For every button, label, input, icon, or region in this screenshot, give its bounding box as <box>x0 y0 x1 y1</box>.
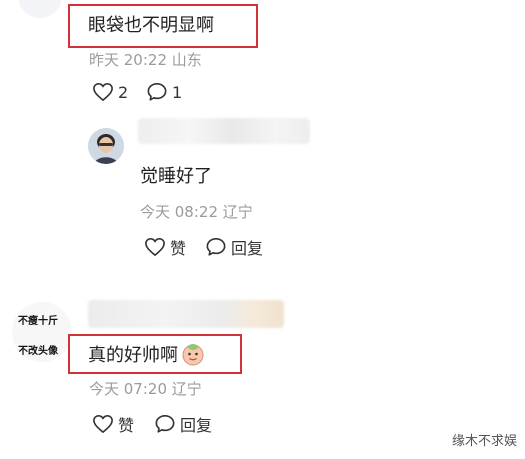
watermark: 缘木不求娱 <box>451 434 517 449</box>
reply-time: 今天 08:22 <box>140 203 218 221</box>
comment-icon <box>206 238 226 256</box>
like-count: 2 <box>118 82 129 102</box>
reply-text: 觉睡好了 <box>140 166 212 187</box>
avatar[interactable]: 不瘦十斤 不改头像 <box>12 302 72 362</box>
reply-count: 1 <box>172 82 183 102</box>
comment-text-content: 真的好帅啊 <box>88 345 178 366</box>
reply-avatar[interactable] <box>88 128 124 164</box>
like-button[interactable]: 赞 <box>92 412 134 436</box>
comment-time: 昨天 20:22 <box>89 51 167 69</box>
reply-button[interactable]: 回复 <box>154 412 212 436</box>
comment-icon <box>147 83 167 101</box>
reply-username[interactable] <box>138 118 310 144</box>
like-button[interactable]: 2 <box>92 82 128 102</box>
comment-icon <box>155 415 175 433</box>
emoji-icon <box>182 344 204 366</box>
reply-meta: 今天 08:22 辽宁 <box>140 201 253 222</box>
comment-time: 今天 07:20 <box>89 380 167 398</box>
reply-label: 回复 <box>231 239 264 258</box>
avatar-text-line1: 不瘦十斤 <box>18 316 58 327</box>
comment-location: 辽宁 <box>171 380 202 398</box>
heart-icon <box>93 83 113 101</box>
avatar-text-line2: 不改头像 <box>18 346 58 357</box>
comment-meta: 昨天 20:22 山东 <box>89 49 202 70</box>
avatar[interactable] <box>18 0 62 18</box>
like-label: 赞 <box>170 239 187 258</box>
comment-username[interactable] <box>88 300 284 328</box>
like-label: 赞 <box>118 416 135 435</box>
comment-text: 眼袋也不明显啊 <box>88 15 214 36</box>
reply-label: 回复 <box>180 416 213 435</box>
like-button[interactable]: 赞 <box>144 235 186 259</box>
comment-location: 山东 <box>171 51 202 69</box>
comment-text: 真的好帅啊 <box>88 341 205 367</box>
heart-icon <box>145 238 165 256</box>
reply-button[interactable]: 回复 <box>205 235 263 259</box>
reply-button[interactable]: 1 <box>146 82 182 102</box>
heart-icon <box>93 415 113 433</box>
reply-location: 辽宁 <box>222 203 253 221</box>
comment-meta: 今天 07:20 辽宁 <box>89 378 202 399</box>
